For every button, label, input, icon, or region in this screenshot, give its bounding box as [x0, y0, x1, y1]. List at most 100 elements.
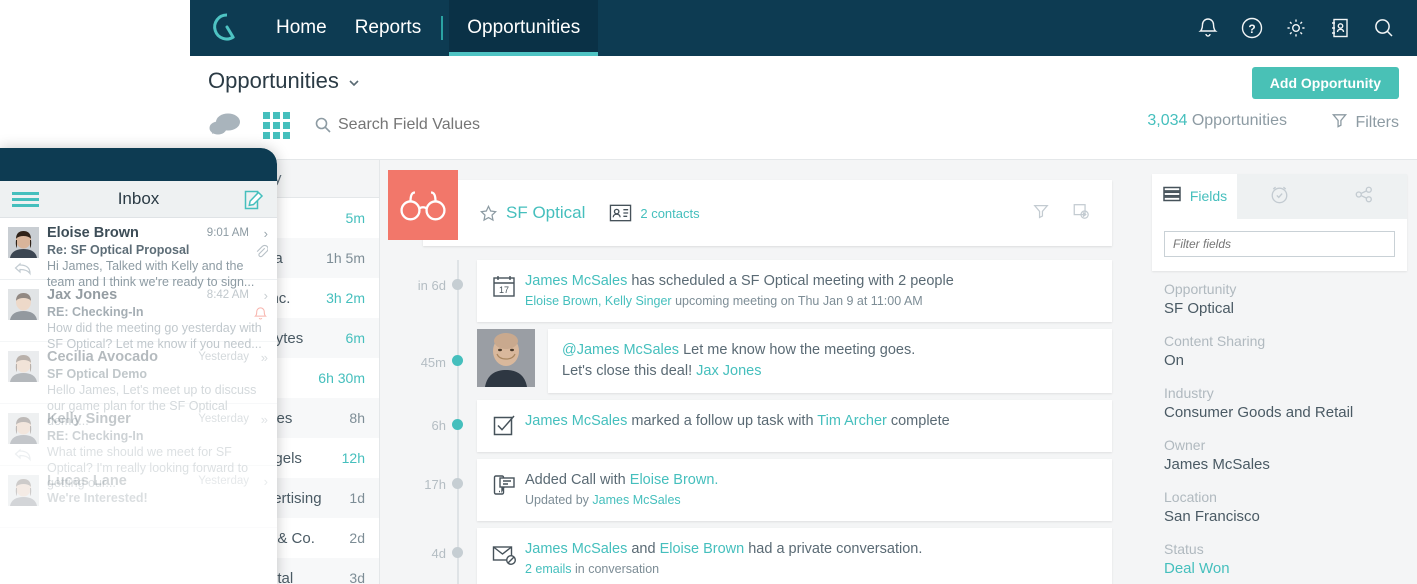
- inbox-message-row[interactable]: Lucas Lane Yesterday › We're Interested!: [0, 466, 277, 528]
- q-logo-icon: [210, 11, 244, 45]
- timeline-person[interactable]: James McSales: [525, 541, 627, 557]
- message-time: 9:01 AM: [206, 227, 249, 239]
- list-lines-icon: [1162, 184, 1182, 207]
- grid-view-icon[interactable]: [263, 112, 291, 139]
- compose-pencil-icon[interactable]: [243, 189, 265, 211]
- contacts-count-label[interactable]: 2 contacts: [640, 206, 699, 221]
- inbox-message-row[interactable]: Cecilia Avocado Yesterday » SF Optical D…: [0, 342, 277, 428]
- message-sender: Cecilia Avocado: [47, 349, 158, 365]
- timeline-subtext: Updated by James McSales: [525, 492, 681, 507]
- timeline-dot: [452, 354, 463, 366]
- chevron-right-icon[interactable]: »: [261, 412, 268, 427]
- timeline-card[interactable]: 17 James McSales has scheduled a SF Opti…: [477, 260, 1112, 322]
- top-navigation-bar: Home Reports Opportunities ?: [190, 0, 1417, 56]
- search-icon[interactable]: [1371, 15, 1397, 41]
- timeline-mention[interactable]: @James McSales: [562, 342, 679, 358]
- timeline-card[interactable]: @James McSales Let me know how the meeti…: [548, 328, 1112, 393]
- inbox-message-row[interactable]: Eloise Brown 9:01 AM › Re: SF Optical Pr…: [0, 218, 277, 289]
- inbox-title-bar: Inbox: [0, 181, 277, 218]
- chat-bubble-icon[interactable]: [208, 110, 243, 140]
- funnel-icon[interactable]: [1032, 202, 1050, 225]
- funnel-icon: [1331, 112, 1348, 134]
- card-play-icon[interactable]: [1072, 202, 1090, 225]
- phone-status-bar: [0, 148, 277, 181]
- tab-reminders[interactable]: [1237, 174, 1322, 219]
- timeline-person[interactable]: Jax Jones: [696, 363, 761, 379]
- help-icon[interactable]: ?: [1239, 15, 1265, 41]
- opportunity-row-time: 6h 30m: [318, 370, 365, 386]
- field-label: Location: [1164, 489, 1217, 505]
- timeline-person[interactable]: Tim Archer: [817, 413, 887, 429]
- opportunity-row-time: 3h 2m: [326, 290, 365, 306]
- filter-fields-input[interactable]: [1164, 231, 1395, 257]
- message-subject: Re: SF Optical Proposal: [47, 243, 190, 257]
- email-count-link[interactable]: 2 emails: [525, 562, 572, 576]
- chevron-right-icon[interactable]: ›: [264, 288, 268, 303]
- field-value: Deal Won: [1164, 560, 1230, 577]
- contact-book-icon[interactable]: [1327, 15, 1353, 41]
- alarm-clock-icon: [1269, 184, 1290, 208]
- message-time: Yesterday: [198, 475, 249, 487]
- opportunity-row-time: 1h 5m: [326, 250, 365, 266]
- timeline-card[interactable]: James McSales marked a follow up task wi…: [477, 399, 1112, 452]
- opportunity-row-time: 12h: [341, 450, 365, 466]
- timeline-card[interactable]: James McSales and Eloise Brown had a pri…: [477, 527, 1112, 584]
- activity-timeline: in 6d 17 James McSales has scheduled a S…: [380, 260, 1112, 584]
- star-icon[interactable]: [479, 204, 497, 222]
- nav-tab-opportunities[interactable]: Opportunities: [449, 0, 599, 56]
- mobile-inbox-overlay: Inbox Eloise Brown 9:01 AM › Re: SF Opti…: [0, 148, 277, 584]
- message-time: Yesterday: [198, 351, 249, 363]
- field-label: Status: [1164, 541, 1204, 557]
- chevron-right-icon[interactable]: ›: [264, 474, 268, 489]
- eyeglasses-icon: [388, 170, 458, 240]
- nav-link-home[interactable]: Home: [262, 0, 341, 56]
- timeline-text: @James McSales Let me know how the meeti…: [562, 341, 916, 379]
- tab-relationships[interactable]: [1322, 174, 1407, 219]
- search-field-icon: [314, 116, 332, 134]
- timeline-attendees[interactable]: Eloise Brown, Kelly Singer: [525, 294, 672, 308]
- add-opportunity-button[interactable]: Add Opportunity: [1251, 67, 1399, 99]
- avatar: [8, 413, 39, 444]
- bell-icon[interactable]: [253, 306, 268, 322]
- timeline-text: James McSales and Eloise Brown had a pri…: [525, 539, 1098, 584]
- chevron-right-icon[interactable]: ›: [264, 226, 268, 241]
- message-sender: Kelly Singer: [47, 411, 131, 427]
- search-input[interactable]: [338, 112, 658, 138]
- app-body: Opportunity SF Optical 5m Viva la Vida 1…: [190, 160, 1417, 584]
- inbox-message-row[interactable]: Jax Jones 8:42 AM › RE: Checking-In How …: [0, 280, 277, 351]
- bell-icon[interactable]: [1195, 15, 1221, 41]
- timeline-item: 6h James McSales marked a follow up task…: [380, 399, 1112, 452]
- inbox-message-row[interactable]: Kelly Singer Yesterday » RE: Checking-In…: [0, 404, 277, 490]
- nav-link-reports[interactable]: Reports: [341, 0, 436, 56]
- avatar: [8, 227, 39, 258]
- opportunity-title[interactable]: SF Optical: [506, 203, 585, 223]
- gear-icon[interactable]: [1283, 15, 1309, 41]
- fields-list: Opportunity SF Optical Content Sharing On…: [1152, 271, 1407, 577]
- private-email-icon: [491, 541, 525, 567]
- timeline-person[interactable]: Eloise Brown: [660, 541, 745, 557]
- timeline-item: in 6d 17 James McSales has scheduled a S…: [380, 260, 1112, 322]
- message-subject: RE: Checking-In: [47, 305, 144, 319]
- filters-button[interactable]: Filters: [1331, 112, 1399, 134]
- timeline-person[interactable]: James McSales: [525, 273, 627, 289]
- reply-arrow-icon: [14, 262, 32, 276]
- timeline-items: in 6d 17 James McSales has scheduled a S…: [380, 260, 1112, 584]
- timeline-text: James McSales marked a follow up task wi…: [525, 412, 950, 429]
- timeline-card[interactable]: Added Call with Eloise Brown. Updated by …: [477, 458, 1112, 521]
- field-value: SF Optical: [1164, 300, 1235, 317]
- timeline-person[interactable]: James McSales: [525, 413, 627, 429]
- hamburger-menu-icon[interactable]: [12, 192, 39, 207]
- opportunity-count-number: 3,034: [1147, 112, 1188, 129]
- tab-fields[interactable]: Fields: [1152, 174, 1237, 219]
- opportunity-row-time: 8h: [349, 410, 365, 426]
- timeline-person[interactable]: James McSales: [592, 493, 680, 507]
- timeline-subrow[interactable]: James McSales and Eloise Brown had a pri…: [525, 578, 1098, 584]
- chevron-down-icon[interactable]: [347, 76, 361, 95]
- timeline-subtext: Eloise Brown, Kelly Singer upcoming meet…: [525, 294, 923, 309]
- timeline-person[interactable]: Eloise Brown.: [630, 472, 719, 488]
- tab-fields-label: Fields: [1189, 187, 1228, 204]
- chevron-right-icon[interactable]: »: [261, 350, 268, 365]
- task-complete-icon: [491, 413, 525, 439]
- field-value: On: [1164, 352, 1185, 369]
- page-title: Opportunities: [208, 68, 339, 93]
